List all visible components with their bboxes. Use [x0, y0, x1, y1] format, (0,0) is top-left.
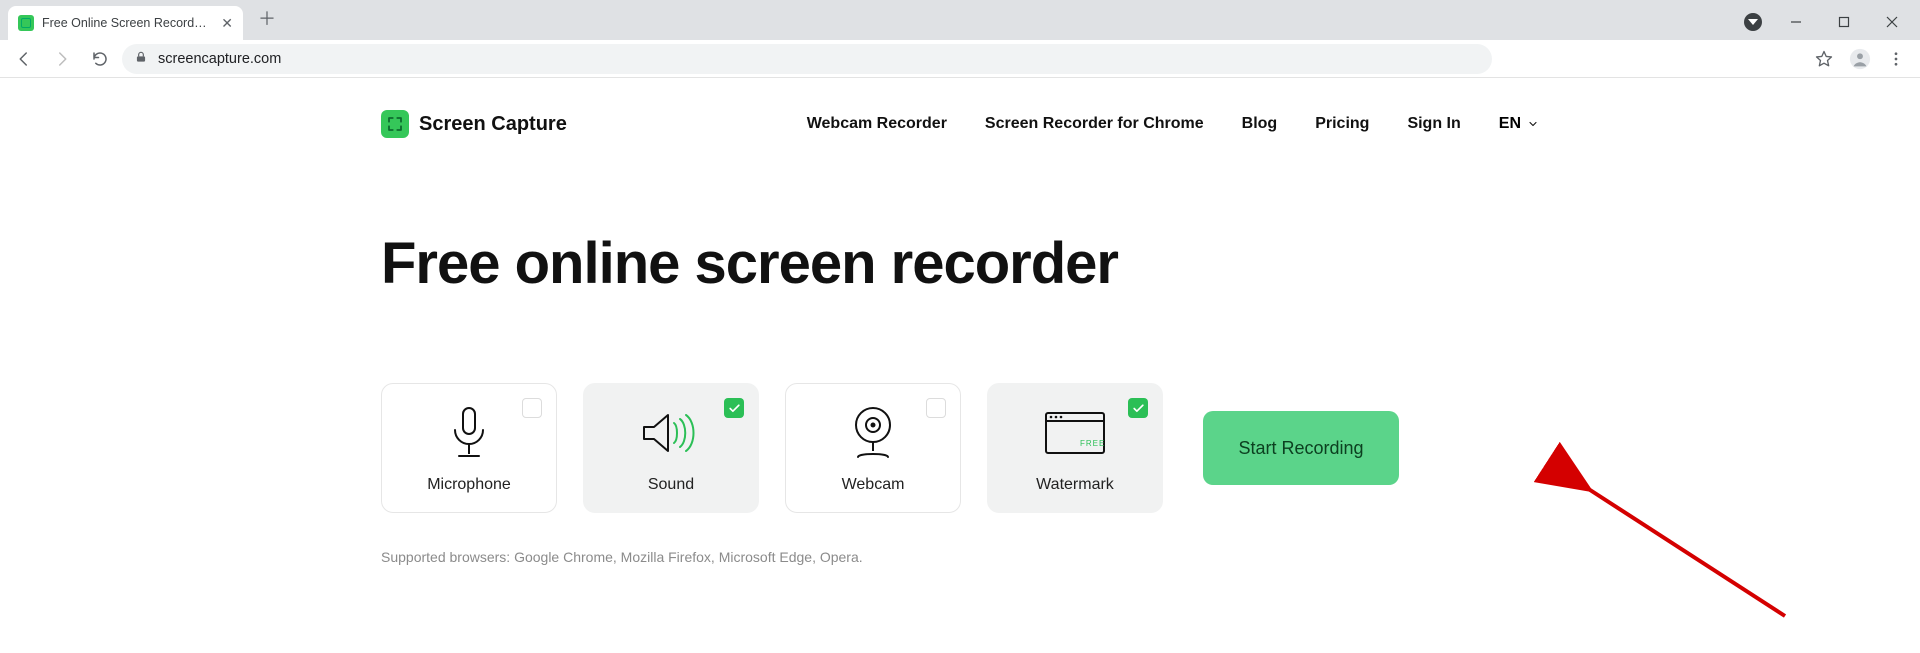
option-sound-label: Sound	[648, 476, 694, 494]
nav-webcam-recorder[interactable]: Webcam Recorder	[807, 115, 947, 133]
svg-text:FREE: FREE	[1080, 439, 1105, 448]
forward-button[interactable]	[46, 43, 78, 75]
sound-icon	[640, 404, 702, 462]
nav-screen-recorder-chrome[interactable]: Screen Recorder for Chrome	[985, 115, 1204, 133]
lock-icon	[134, 50, 148, 67]
chevron-down-icon	[1527, 118, 1539, 130]
option-microphone[interactable]: Microphone	[381, 383, 557, 513]
page-title: Free online screen recorder	[381, 230, 1539, 297]
webcam-icon	[848, 404, 898, 462]
start-recording-button[interactable]: Start Recording	[1203, 411, 1399, 485]
language-label: EN	[1499, 115, 1521, 133]
close-window-button[interactable]	[1870, 8, 1914, 36]
new-tab-button[interactable]: ＋	[253, 4, 281, 32]
favicon-icon	[18, 15, 34, 31]
url-text: screencapture.com	[158, 51, 281, 67]
tab-close-icon[interactable]: ✕	[221, 15, 233, 32]
language-selector[interactable]: EN	[1499, 115, 1539, 133]
brand-logo-icon	[381, 110, 409, 138]
supported-browsers-text: Supported browsers: Google Chrome, Mozil…	[381, 549, 1539, 565]
option-watermark[interactable]: FREE Watermark	[987, 383, 1163, 513]
nav-pricing[interactable]: Pricing	[1315, 115, 1369, 133]
profile-avatar-icon[interactable]	[1844, 43, 1876, 75]
checkbox-sound[interactable]	[724, 398, 744, 418]
options-row: Microphone Sound Webcam	[381, 383, 1539, 513]
browser-tabbar: Free Online Screen Recorder | Fre ✕ ＋	[0, 0, 1920, 40]
extensions-button[interactable]	[1736, 8, 1770, 36]
back-button[interactable]	[8, 43, 40, 75]
address-bar[interactable]: screencapture.com	[122, 44, 1492, 74]
option-microphone-label: Microphone	[427, 476, 511, 494]
option-webcam[interactable]: Webcam	[785, 383, 961, 513]
kebab-menu-icon[interactable]	[1880, 43, 1912, 75]
window-controls	[1736, 8, 1914, 36]
nav-blog[interactable]: Blog	[1242, 115, 1278, 133]
checkbox-watermark[interactable]	[1128, 398, 1148, 418]
microphone-icon	[445, 404, 493, 462]
annotation-arrow-icon	[1575, 476, 1795, 641]
main-nav: Webcam Recorder Screen Recorder for Chro…	[807, 115, 1539, 133]
watermark-icon: FREE	[1044, 404, 1106, 462]
site-header: Screen Capture Webcam Recorder Screen Re…	[381, 78, 1539, 170]
reload-button[interactable]	[84, 43, 116, 75]
page-viewport[interactable]: Screen Capture Webcam Recorder Screen Re…	[0, 78, 1920, 653]
bookmark-star-icon[interactable]	[1808, 43, 1840, 75]
nav-sign-in[interactable]: Sign In	[1407, 115, 1460, 133]
option-webcam-label: Webcam	[842, 476, 905, 494]
maximize-button[interactable]	[1822, 8, 1866, 36]
tab-title: Free Online Screen Recorder | Fre	[42, 16, 213, 30]
brand[interactable]: Screen Capture	[381, 110, 567, 138]
brand-name: Screen Capture	[419, 113, 567, 136]
checkbox-webcam[interactable]	[926, 398, 946, 418]
browser-toolbar: screencapture.com	[0, 40, 1920, 78]
option-sound[interactable]: Sound	[583, 383, 759, 513]
option-watermark-label: Watermark	[1036, 476, 1114, 494]
browser-tab[interactable]: Free Online Screen Recorder | Fre ✕	[8, 6, 243, 40]
minimize-button[interactable]	[1774, 8, 1818, 36]
checkbox-microphone[interactable]	[522, 398, 542, 418]
